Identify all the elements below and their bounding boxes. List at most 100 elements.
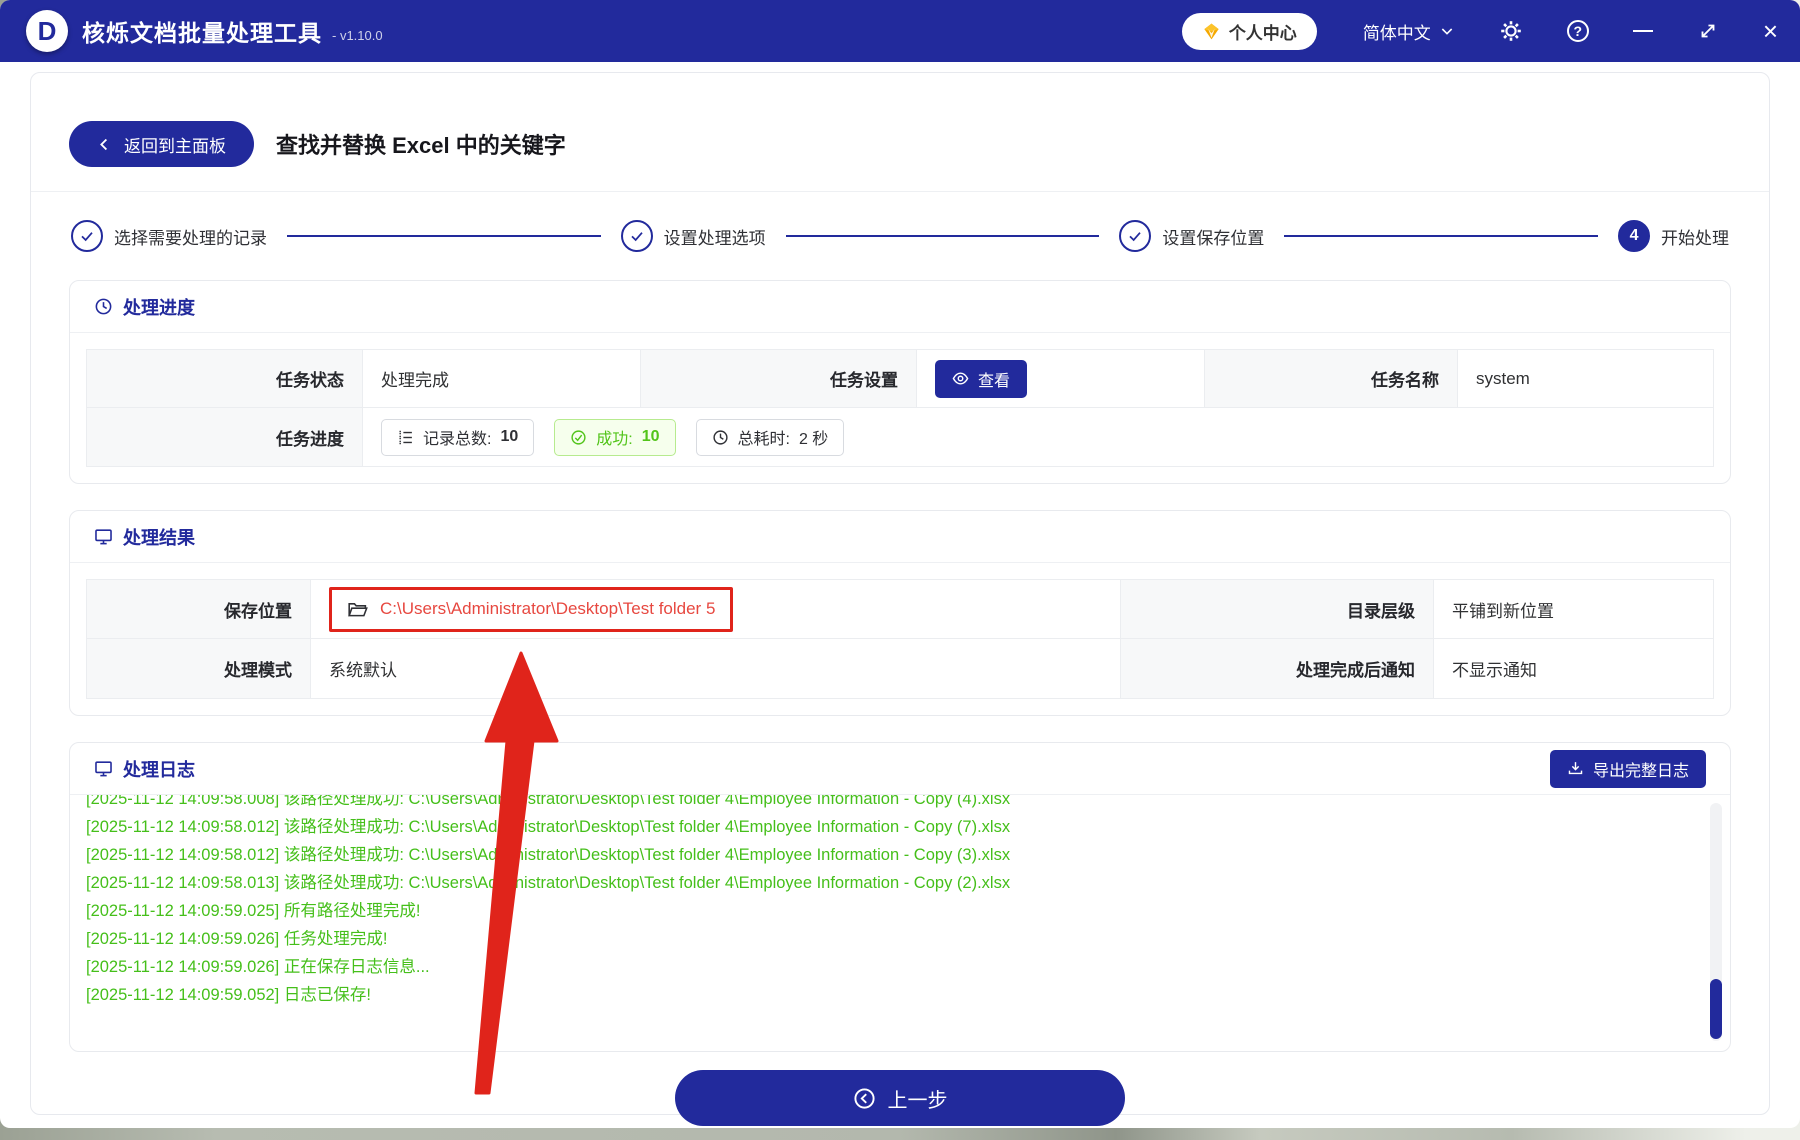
log-section: 处理日志 导出完整日志 [2025-11-12 14:09:58.008] 该路… <box>69 742 1731 1052</box>
success-value: 10 <box>641 428 660 445</box>
log-line: [2025-11-12 14:09:58.012] 该路径处理成功: C:\Us… <box>86 818 1011 836</box>
record-count-badge: 记录总数: 10 <box>381 418 535 456</box>
account-center-label: 个人中心 <box>1228 23 1297 43</box>
settings-button[interactable] <box>1499 19 1523 43</box>
save-location-path: C:\Users\Administrator\Desktop\Test fold… <box>380 599 716 618</box>
log-line: [2025-11-12 14:09:59.025] 所有路径处理完成! <box>86 902 421 920</box>
titlebar: D 核烁文档批量处理工具 - v1.10.0 个人中心 简体中文 ? × <box>0 0 1800 62</box>
app-window: D 核烁文档批量处理工具 - v1.10.0 个人中心 简体中文 ? × 返回到… <box>0 0 1800 1128</box>
vip-diamond-icon <box>1202 22 1221 41</box>
task-status-value: 处理完成 <box>363 350 641 408</box>
step-label: 设置保存位置 <box>1162 228 1265 248</box>
step-check-icon <box>620 220 653 252</box>
gear-icon <box>1499 19 1523 43</box>
step-2: 设置处理选项 <box>620 220 766 252</box>
success-count-badge: 成功: 10 <box>554 418 676 456</box>
progress-section-title: 处理进度 <box>123 297 195 318</box>
monitor-icon <box>94 759 113 778</box>
step-1: 选择需要处理的记录 <box>71 220 267 252</box>
notify-label: 处理完成后通知 <box>1121 639 1434 698</box>
log-output: [2025-11-12 14:09:58.008] 该路径处理成功: C:\Us… <box>70 795 1730 1051</box>
export-log-label: 导出完整日志 <box>1592 762 1689 780</box>
success-label: 成功: <box>596 431 633 448</box>
view-settings-button[interactable]: 查看 <box>935 359 1028 398</box>
back-to-dashboard-button[interactable]: 返回到主面板 <box>69 121 254 167</box>
account-center-button[interactable]: 个人中心 <box>1181 12 1317 50</box>
page-header: 返回到主面板 查找并替换 Excel 中的关键字 <box>69 121 1731 167</box>
process-mode-value: 系统默认 <box>311 639 1121 698</box>
task-progress-label: 任务进度 <box>87 408 363 466</box>
footer: 上一步 <box>31 1070 1769 1126</box>
step-check-icon <box>1119 220 1152 252</box>
save-location-label: 保存位置 <box>87 580 311 639</box>
elapsed-time-badge: 总耗时: 2 秒 <box>695 418 845 456</box>
elapsed-time-value: 2 秒 <box>798 431 829 448</box>
step-4: 4 开始处理 <box>1618 220 1729 252</box>
step-indicator: 选择需要处理的记录 设置处理选项 设置保存位置 4 开始处理 <box>71 218 1729 254</box>
previous-step-button[interactable]: 上一步 <box>675 1070 1125 1126</box>
header-divider <box>31 191 1769 192</box>
step-check-icon <box>71 220 103 252</box>
step-connector <box>785 235 1100 237</box>
app-version: - v1.10.0 <box>332 27 383 43</box>
step-label: 开始处理 <box>1661 228 1730 248</box>
elapsed-time-label: 总耗时: <box>737 431 790 448</box>
back-button-label: 返回到主面板 <box>124 136 226 156</box>
maximize-button[interactable] <box>1697 20 1719 42</box>
log-scrollbar-thumb[interactable] <box>1710 979 1722 1039</box>
step-label: 设置处理选项 <box>663 228 766 248</box>
task-name-label: 任务名称 <box>1205 350 1458 408</box>
help-icon: ? <box>1566 20 1589 42</box>
notify-value: 不显示通知 <box>1452 661 1537 680</box>
progress-table: 任务状态 处理完成 任务设置 查看 任务名称 system 任务进度 记录总数:… <box>86 349 1714 467</box>
language-selector[interactable]: 简体中文 <box>1363 19 1455 44</box>
minimize-button[interactable] <box>1632 29 1653 33</box>
ordered-list-icon <box>397 429 414 446</box>
log-line: [2025-11-12 14:09:59.026] 任务处理完成! <box>86 930 388 948</box>
folder-open-icon <box>347 599 368 620</box>
check-circle-icon <box>570 429 587 446</box>
download-icon <box>1567 760 1584 777</box>
main-panel: 返回到主面板 查找并替换 Excel 中的关键字 选择需要处理的记录 设置处理选… <box>30 72 1770 1126</box>
results-section-title: 处理结果 <box>123 527 195 548</box>
task-name-value: system <box>1458 350 1713 408</box>
log-line: [2025-11-12 14:09:58.012] 该路径处理成功: C:\Us… <box>86 846 1011 864</box>
log-line: [2025-11-12 14:09:59.026] 正在保存日志信息... <box>86 958 430 976</box>
log-line: [2025-11-12 14:09:59.052] 日志已保存! <box>86 986 371 1004</box>
help-button[interactable]: ? <box>1566 20 1589 42</box>
eye-icon <box>952 370 969 387</box>
monitor-icon <box>94 527 113 546</box>
results-section: 处理结果 保存位置 C:\Users\Administrator\Desktop… <box>69 510 1731 716</box>
log-section-title: 处理日志 <box>123 759 195 780</box>
clock-icon <box>94 297 113 316</box>
view-button-label: 查看 <box>978 372 1011 390</box>
chevron-down-icon <box>1439 23 1455 39</box>
close-icon: × <box>1762 16 1778 46</box>
dir-level-label: 目录层级 <box>1121 580 1434 639</box>
dir-level-value: 平铺到新位置 <box>1434 580 1713 639</box>
step-connector <box>287 235 601 237</box>
log-line: [2025-11-12 14:09:58.008] 该路径处理成功: C:\Us… <box>86 795 1011 808</box>
page-title: 查找并替换 Excel 中的关键字 <box>276 133 566 158</box>
step-label: 选择需要处理的记录 <box>114 228 267 248</box>
clock-icon <box>712 429 729 446</box>
log-scrollbar-track[interactable] <box>1710 803 1722 1041</box>
app-title: 核烁文档批量处理工具 <box>82 20 322 46</box>
app-logo-icon: D <box>26 10 68 52</box>
circle-arrow-left-icon <box>853 1087 876 1110</box>
task-status-label: 任务状态 <box>87 350 363 408</box>
log-line: [2025-11-12 14:09:58.013] 该路径处理成功: C:\Us… <box>86 874 1011 892</box>
resize-icon <box>1697 20 1719 42</box>
language-label: 简体中文 <box>1362 23 1431 43</box>
save-location-link[interactable]: C:\Users\Administrator\Desktop\Test fold… <box>329 586 734 632</box>
progress-section: 处理进度 任务状态 处理完成 任务设置 查看 任务名称 system 任务进度 … <box>69 280 1731 484</box>
task-settings-label: 任务设置 <box>641 350 917 408</box>
step-number-badge: 4 <box>1618 220 1651 252</box>
record-count-label: 记录总数: <box>423 431 492 448</box>
process-mode-label: 处理模式 <box>87 639 311 698</box>
close-button[interactable]: × <box>1762 16 1778 46</box>
export-log-button[interactable]: 导出完整日志 <box>1549 749 1706 788</box>
record-count-value: 10 <box>500 428 519 445</box>
step-3: 设置保存位置 <box>1119 220 1264 252</box>
step-connector <box>1284 235 1599 237</box>
